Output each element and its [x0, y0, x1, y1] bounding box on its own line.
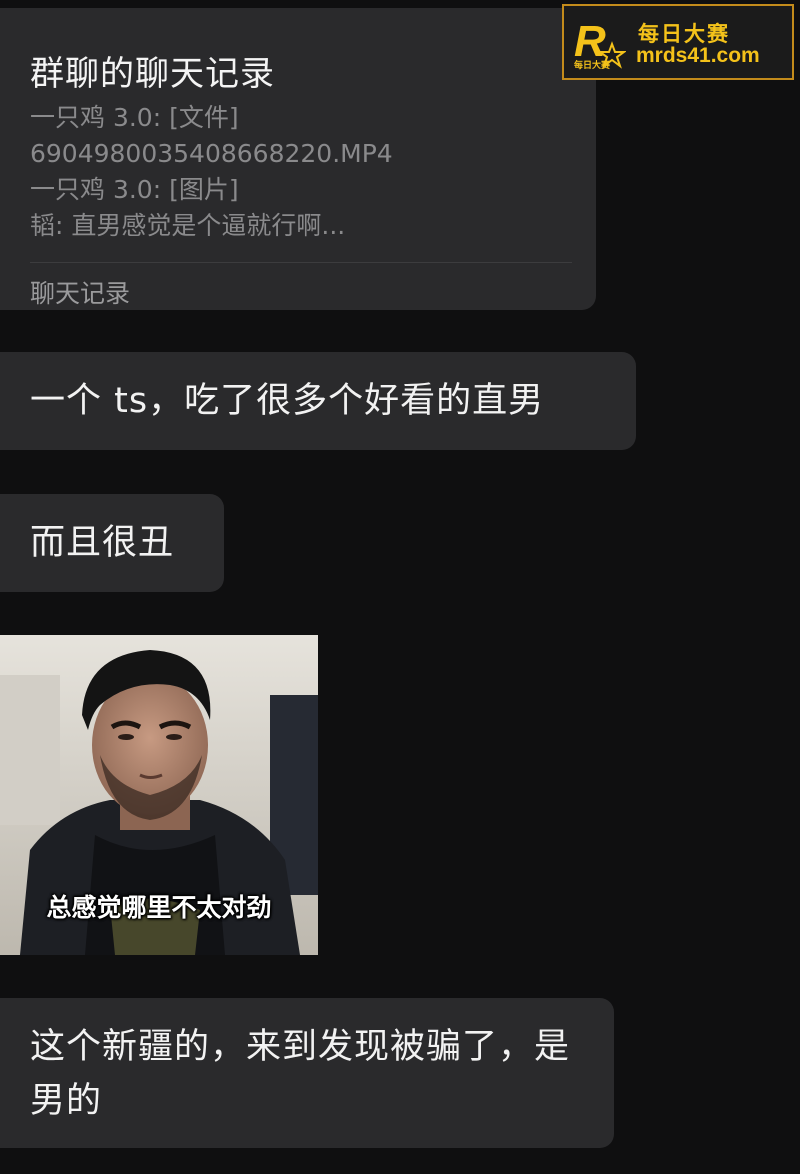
- logo-small-text: 每日大赛: [574, 61, 611, 71]
- message-bubble[interactable]: 一个 ts，吃了很多个好看的直男: [0, 352, 636, 450]
- chat-record-line: 6904980035408668220.MP4: [30, 139, 393, 168]
- sticker-caption: 总感觉哪里不太对劲: [46, 893, 272, 922]
- chat-record-preview: 一只鸡 3.0: [文件] 6904980035408668220.MP4 一只…: [30, 100, 393, 244]
- divider: [30, 262, 572, 263]
- chat-record-footer: 聊天记录: [30, 279, 131, 308]
- chat-record-card[interactable]: 群聊的聊天记录 一只鸡 3.0: [文件] 690498003540866822…: [0, 8, 596, 310]
- chat-record-line: 一只鸡 3.0: [文件]: [30, 103, 239, 132]
- meme-sticker-image[interactable]: 总感觉哪里不太对劲: [0, 635, 318, 955]
- chat-record-line: 韬: 直男感觉是个逼就行啊...: [30, 211, 346, 240]
- chat-record-title: 群聊的聊天记录: [30, 54, 275, 94]
- message-text: 一个 ts，吃了很多个好看的直男: [30, 381, 545, 421]
- message-text: 而且很丑: [30, 523, 175, 563]
- site-watermark: R 每日大赛 每日大赛 mrds41.com: [562, 4, 794, 80]
- message-bubble[interactable]: 而且很丑: [0, 494, 224, 592]
- message-text: 这个新疆的，来到发现被骗了，是男的: [30, 1027, 571, 1121]
- watermark-url: mrds41.com: [636, 44, 760, 67]
- chat-record-line: 一只鸡 3.0: [图片]: [30, 175, 239, 204]
- message-bubble[interactable]: 这个新疆的，来到发现被骗了，是男的: [0, 998, 614, 1148]
